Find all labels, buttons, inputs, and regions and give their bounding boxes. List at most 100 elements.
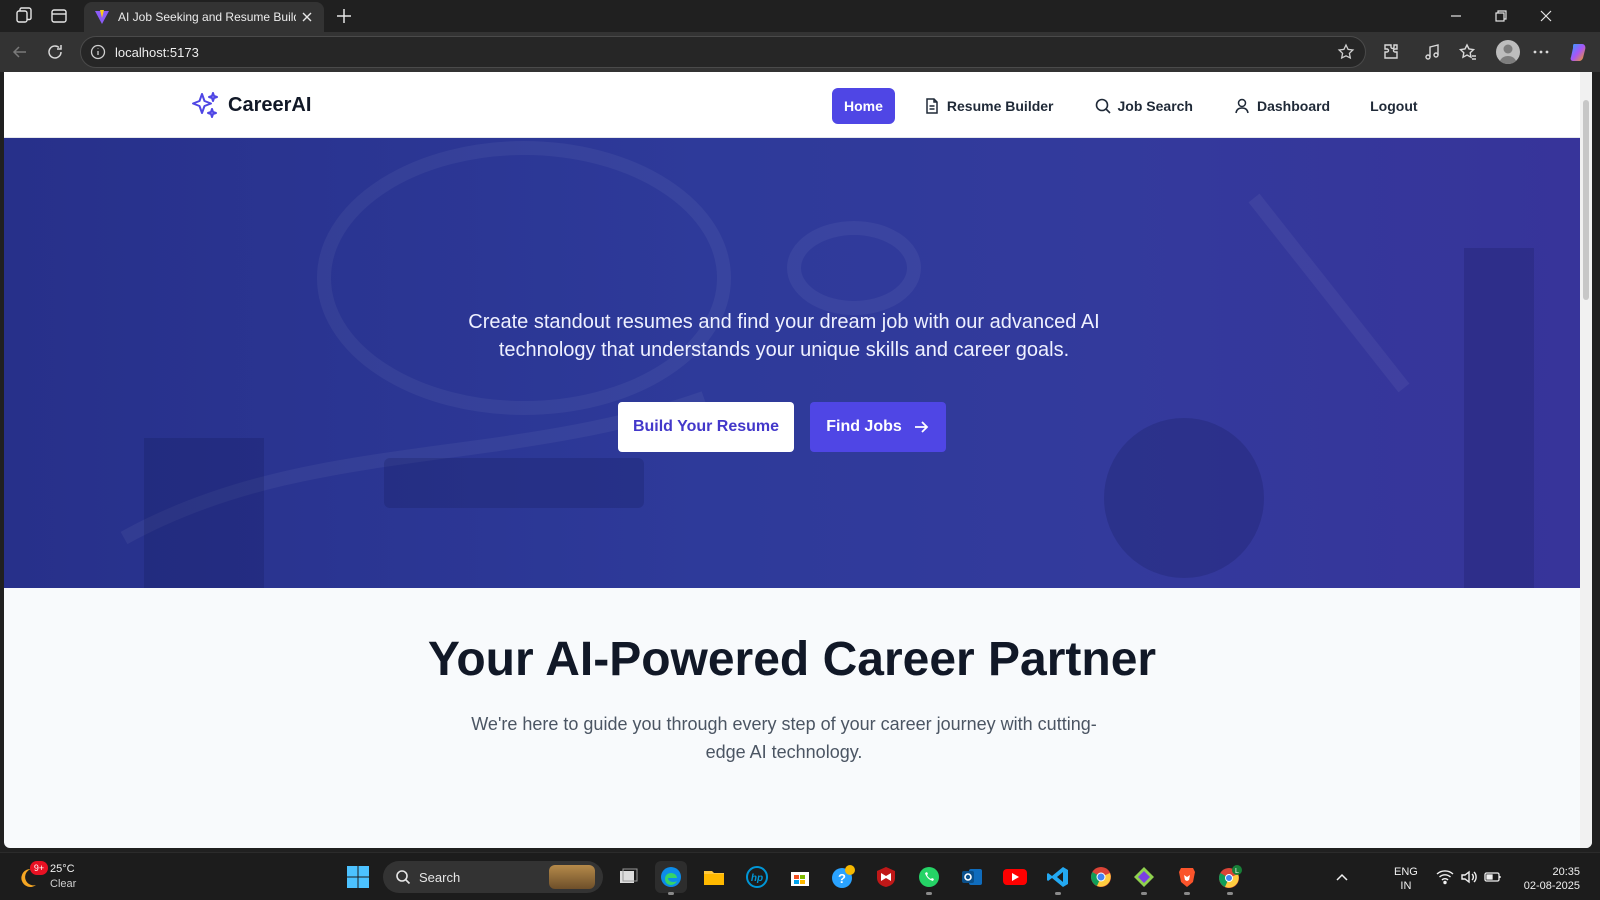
nav-home[interactable]: Home — [832, 88, 895, 124]
refresh-icon[interactable] — [45, 42, 65, 62]
nav-dashboard-label: Dashboard — [1256, 98, 1331, 114]
help-question-icon: ? — [832, 865, 855, 888]
url-text: localhost:5173 — [115, 45, 199, 60]
nav-logout[interactable]: Logout — [1358, 88, 1429, 124]
windows-taskbar: 9+ 25°C Clear Search hp ? L ENG IN 20:35… — [0, 852, 1600, 900]
hp-logo-icon: hp — [746, 866, 768, 888]
nav-logout-label: Logout — [1370, 98, 1418, 114]
address-bar[interactable]: localhost:5173 — [80, 36, 1366, 68]
search-icon — [396, 870, 411, 885]
whatsapp-icon[interactable] — [913, 861, 945, 895]
workspaces-icon[interactable] — [14, 6, 34, 26]
document-icon — [926, 98, 938, 114]
chrome-profile-glyph-icon: L — [1219, 865, 1242, 888]
diamond-app-icon — [1134, 867, 1154, 887]
taskbar-search-label: Search — [419, 870, 461, 885]
favorite-star-icon[interactable] — [1337, 43, 1355, 61]
taskbar-search[interactable]: Search — [383, 861, 603, 893]
outlook-icon[interactable] — [956, 861, 988, 893]
svg-text:hp: hp — [751, 873, 763, 884]
chevron-up-icon[interactable] — [1334, 869, 1350, 885]
browser-tab-bar: AI Job Seeking and Resume Build — [0, 0, 1600, 32]
hp-app-icon[interactable]: hp — [741, 861, 773, 893]
vite-favicon-icon — [95, 10, 109, 24]
mcafee-shield-icon — [877, 867, 895, 887]
running-indicator — [1227, 892, 1233, 895]
running-indicator — [926, 892, 932, 895]
store-bag-icon — [791, 872, 809, 886]
get-help-icon[interactable]: ? — [827, 861, 859, 893]
scrollbar-thumb[interactable] — [1583, 100, 1589, 300]
find-jobs-label: Find Jobs — [826, 418, 902, 435]
browser-tab-active[interactable]: AI Job Seeking and Resume Build — [84, 2, 324, 32]
nav-resume-builder-label: Resume Builder — [946, 98, 1054, 114]
minimize-icon[interactable] — [1446, 6, 1466, 26]
media-icon[interactable] — [1422, 42, 1442, 62]
file-explorer-icon[interactable] — [698, 861, 730, 893]
section-title: Your AI-Powered Career Partner — [427, 633, 1157, 686]
new-tab-icon[interactable] — [334, 6, 354, 26]
youtube-play-icon — [1003, 869, 1027, 885]
copilot-icon[interactable] — [1568, 41, 1590, 63]
chrome-profile-icon[interactable]: L — [1214, 861, 1246, 895]
extensions-icon[interactable] — [1381, 42, 1401, 62]
site-logo[interactable]: CareerAI — [190, 89, 311, 121]
weather-temperature: 25°C — [50, 863, 75, 875]
search-icon — [1095, 98, 1111, 114]
running-indicator — [1055, 892, 1061, 895]
windows-start-icon[interactable] — [346, 865, 370, 889]
edge-app-icon[interactable] — [655, 861, 687, 895]
system-clock[interactable]: 20:35 02-08-2025 — [1516, 865, 1580, 893]
folder-icon — [704, 871, 724, 885]
close-window-icon[interactable] — [1536, 6, 1556, 26]
build-resume-label: Build Your Resume — [632, 418, 780, 435]
brave-lion-icon — [1179, 868, 1195, 887]
back-icon[interactable] — [10, 42, 30, 62]
sparkles-logo-icon — [192, 92, 218, 118]
nav-dashboard[interactable]: Dashboard — [1221, 88, 1342, 124]
vscode-icon[interactable] — [1042, 861, 1074, 895]
running-indicator — [1141, 892, 1147, 895]
tab-actions-icon[interactable] — [49, 6, 69, 26]
section-subtitle: We're here to guide you through every st… — [471, 714, 1097, 762]
hero-section: Create standout resumes and find your dr… — [4, 138, 1580, 588]
ms-store-icon[interactable] — [784, 861, 816, 893]
clock-date: 02-08-2025 — [1523, 880, 1580, 892]
build-resume-button[interactable]: Build Your Resume — [618, 402, 794, 452]
favorites-icon[interactable] — [1458, 42, 1478, 62]
nav-job-search[interactable]: Job Search — [1082, 88, 1205, 124]
language-indicator[interactable]: ENG IN — [1394, 865, 1418, 893]
browser-toolbar: localhost:5173 — [0, 32, 1600, 72]
mcafee-icon[interactable] — [870, 861, 902, 893]
logo-text: CareerAI — [228, 93, 312, 116]
restore-icon[interactable] — [1491, 6, 1511, 26]
find-jobs-button[interactable]: Find Jobs — [810, 402, 946, 452]
search-highlight-image — [549, 865, 595, 889]
task-view-icon[interactable] — [612, 861, 644, 893]
wifi-icon[interactable] — [1436, 869, 1454, 885]
youtube-icon[interactable] — [999, 861, 1031, 893]
battery-icon[interactable] — [1484, 870, 1502, 884]
git-app-icon[interactable] — [1128, 861, 1160, 895]
hero-subtitle: Create standout resumes and find your dr… — [468, 311, 1100, 361]
running-indicator — [668, 892, 674, 895]
svg-text:?: ? — [838, 871, 846, 886]
nav-resume-builder[interactable]: Resume Builder — [911, 88, 1066, 124]
brave-icon[interactable] — [1171, 861, 1203, 895]
nav-links: Home Resume Builder Job Search Dashboard… — [832, 88, 1446, 124]
scrollbar[interactable] — [1580, 72, 1592, 848]
notification-badge: 9+ — [30, 861, 48, 875]
nav-home-label: Home — [844, 98, 883, 114]
weather-condition: Clear — [50, 878, 77, 890]
site-info-icon[interactable] — [89, 43, 107, 61]
user-avatar-icon — [1499, 44, 1517, 64]
clock-time: 20:35 — [1552, 866, 1580, 878]
language-region: IN — [1400, 880, 1412, 892]
svg-text:L: L — [1235, 868, 1239, 875]
chrome-icon[interactable] — [1085, 861, 1117, 893]
volume-icon[interactable] — [1460, 869, 1478, 885]
arrow-right-icon — [914, 421, 929, 433]
close-tab-icon[interactable] — [300, 10, 314, 24]
more-options-icon[interactable] — [1531, 42, 1551, 62]
profile-avatar[interactable] — [1496, 40, 1520, 64]
